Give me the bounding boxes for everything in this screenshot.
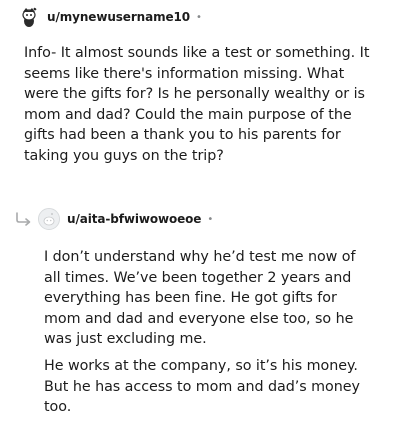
comment-body: I don’t understand why he’d test me now … [44, 247, 374, 424]
comment-body: Info- It almost sounds like a test or so… [24, 45, 370, 164]
snoo-avatar-icon[interactable] [18, 6, 40, 28]
separator-dot: • [207, 213, 214, 225]
separator-dot: • [196, 11, 202, 23]
comment-author[interactable]: u/aita-bfwiwowoeoe [67, 212, 201, 226]
reply-arrow-icon [14, 211, 34, 227]
default-avatar-icon[interactable] [38, 208, 60, 230]
comment-author[interactable]: u/mynewusername10 [47, 10, 190, 24]
comment-header: u/mynewusername10 • [18, 5, 202, 29]
comment-paragraph: I don’t understand why he’d test me now … [44, 249, 356, 348]
comment-paragraph: He works at the company, so it’s his mon… [44, 357, 360, 416]
comment-header: u/aita-bfwiwowoeoe • [14, 207, 213, 231]
